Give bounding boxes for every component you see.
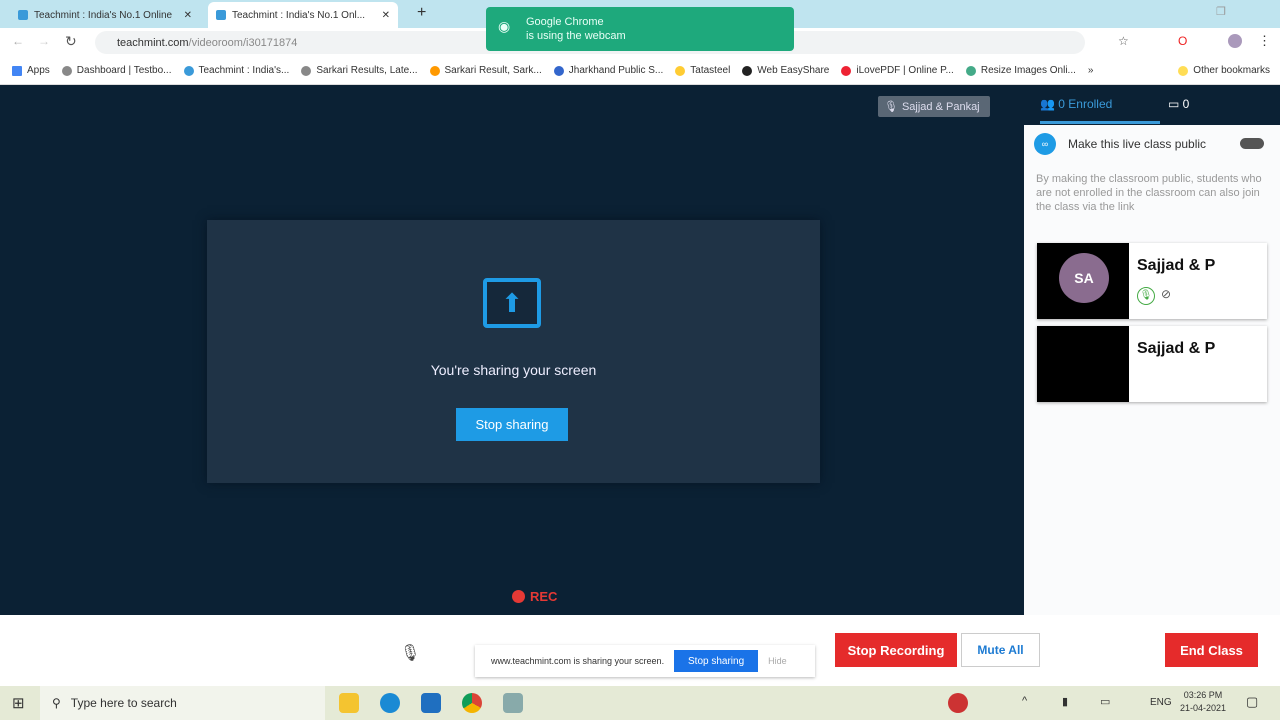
mute-all-button[interactable]: Mute All <box>961 633 1040 667</box>
mic-icon: 🎙 <box>884 101 898 113</box>
browser-tab[interactable]: Teachmint : India's No.1 Online ✕ <box>10 2 200 28</box>
bookmark[interactable]: Jharkhand Public S... <box>553 65 663 76</box>
maximize-icon[interactable]: ❐ <box>1216 5 1226 18</box>
participant-video <box>1037 326 1129 402</box>
microphone-icon[interactable]: 🎙 <box>400 643 420 663</box>
tab-chat[interactable]: ▭ 0 <box>1168 97 1189 111</box>
teachmint-favicon <box>18 10 28 20</box>
more-bookmarks[interactable]: » <box>1088 65 1094 76</box>
bookmark-icon <box>675 65 686 76</box>
bookmark-icon <box>965 65 976 76</box>
close-tab-icon[interactable]: ✕ <box>184 10 192 21</box>
control-bar: 🎙 www.teachmint.com is sharing your scre… <box>0 615 1280 686</box>
hide-button[interactable]: Hide <box>768 656 787 666</box>
public-class-label: Make this live class public <box>1068 137 1207 151</box>
share-message: You're sharing your screen <box>430 362 597 378</box>
bookmark-star-icon[interactable]: ☆ <box>1118 34 1129 48</box>
participants-panel: 👥 0 Enrolled ▭ 0 ∞ Make this live class … <box>1024 85 1280 615</box>
new-tab-icon[interactable]: + <box>417 4 426 22</box>
webcam-notification: ◉ Google Chrome is using the webcam <box>486 7 794 51</box>
menu-icon[interactable]: ⋮ <box>1258 33 1271 49</box>
bookmark[interactable]: Resize Images Onli... <box>965 65 1076 76</box>
bookmark[interactable]: Tatasteel <box>675 65 730 76</box>
video-stage: 🎙 Sajjad & Pankaj ⬆ You're sharing your s… <box>0 85 1024 615</box>
stop-recording-button[interactable]: Stop Recording <box>835 633 957 667</box>
camera-off-icon[interactable]: ⊘ <box>1161 287 1171 301</box>
recording-indicator: REC <box>512 589 557 604</box>
bookmark-apps[interactable]: Apps <box>12 65 50 76</box>
show-hidden-icons[interactable]: ^ <box>1022 695 1027 707</box>
file-explorer-icon[interactable] <box>339 693 359 713</box>
mic-on-icon[interactable]: 🎙 <box>1137 287 1155 305</box>
back-icon[interactable]: ← <box>12 34 24 48</box>
public-class-toggle[interactable] <box>1240 138 1264 149</box>
windows-taskbar: ⊞ ⚲ Type here to search ^ ▮ ▭ ENG 03:26 P… <box>0 686 1280 720</box>
chat-icon: ▭ <box>1168 97 1183 111</box>
bookmark[interactable]: Sarkari Result, Sark... <box>429 65 542 76</box>
end-class-button[interactable]: End Class <box>1165 633 1258 667</box>
globe-icon <box>742 65 753 76</box>
opera-extension-icon[interactable]: O <box>1178 34 1187 48</box>
stop-sharing-button[interactable]: Stop sharing <box>456 408 568 441</box>
user-avatar-icon[interactable] <box>948 693 968 713</box>
rec-dot-icon <box>512 590 525 603</box>
teachmint-favicon <box>216 10 226 20</box>
folder-icon <box>1178 65 1189 76</box>
tab-enrolled[interactable]: 👥 0 Enrolled <box>1040 97 1160 124</box>
chrome-stop-sharing-button[interactable]: Stop sharing <box>674 650 759 672</box>
apps-grid-icon <box>12 65 22 76</box>
microphone-tray-icon: ▮ <box>1062 696 1069 708</box>
participant-card[interactable]: Sajjad & P <box>1037 326 1267 402</box>
chrome-sharing-bar: www.teachmint.com is sharing your screen… <box>475 645 815 677</box>
reload-icon[interactable]: ↻ <box>65 33 77 50</box>
panel-tabs: 👥 0 Enrolled ▭ 0 <box>1024 85 1280 125</box>
chrome-icon[interactable] <box>462 693 482 713</box>
bookmark[interactable]: iLovePDF | Online P... <box>841 65 954 76</box>
app-icon[interactable] <box>503 693 523 713</box>
windows-start-icon[interactable]: ⊞ <box>12 694 25 712</box>
bookmark[interactable]: Teachmint : India's... <box>183 65 289 76</box>
taskbar-search[interactable]: ⚲ Type here to search <box>40 686 325 720</box>
avatar: SA <box>1059 253 1109 303</box>
public-class-description: By making the classroom public, students… <box>1036 173 1262 213</box>
screen-share-icon: ⬆ <box>483 278 541 328</box>
browser-tab-active[interactable]: Teachmint : India's No.1 Onl... ✕ <box>208 2 398 28</box>
edge-icon[interactable] <box>380 693 400 713</box>
battery-icon[interactable]: ▭ <box>1100 695 1110 708</box>
presenter-tag: 🎙 Sajjad & Pankaj <box>878 96 990 117</box>
bookmark[interactable]: Web EasyShare <box>742 65 829 76</box>
notifications-icon[interactable]: ▢ <box>1246 694 1258 710</box>
bookmark[interactable]: Dashboard | Testbo... <box>61 65 172 76</box>
forward-icon[interactable]: → <box>38 34 50 48</box>
bookmark-icon <box>61 65 72 76</box>
profile-avatar[interactable] <box>1228 34 1242 48</box>
bookmarks-bar: Apps Dashboard | Testbo... Teachmint : I… <box>0 57 1280 85</box>
bookmark-icon <box>429 65 440 76</box>
bookmark-icon <box>553 65 564 76</box>
participant-name: Sajjad & P <box>1137 340 1216 357</box>
webcam-icon: ◉ <box>498 18 511 34</box>
users-icon: 👥 <box>1040 97 1059 111</box>
clock[interactable]: 03:26 PM 21-04-2021 <box>1180 689 1226 715</box>
language-indicator[interactable]: ENG <box>1150 697 1172 708</box>
participant-video: SA <box>1037 243 1129 319</box>
bookmark-icon <box>841 65 852 76</box>
other-bookmarks[interactable]: Other bookmarks <box>1178 65 1270 76</box>
bookmark[interactable]: Sarkari Results, Late... <box>301 65 418 76</box>
mail-icon[interactable] <box>421 693 441 713</box>
close-tab-icon[interactable]: ✕ <box>382 10 390 21</box>
participant-card[interactable]: SA Sajjad & P 🎙 ⊘ <box>1037 243 1267 319</box>
participant-name: Sajjad & P <box>1137 257 1216 274</box>
bookmark-icon <box>183 65 194 76</box>
screen-share-panel: ⬆ You're sharing your screen Stop sharin… <box>207 220 820 483</box>
link-icon: ∞ <box>1034 133 1056 155</box>
bookmark-icon <box>301 65 312 76</box>
search-icon: ⚲ <box>52 696 61 710</box>
